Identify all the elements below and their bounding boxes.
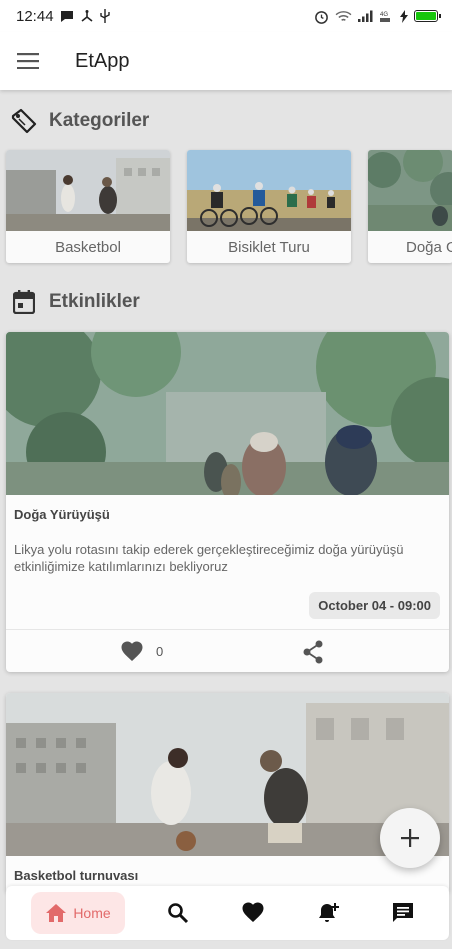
mobile-data-icon: 4G — [380, 12, 390, 22]
event-actions: 0 — [6, 629, 449, 672]
event-card[interactable]: Doğa Yürüyüşü Likya yolu rotasını takip … — [6, 332, 449, 672]
nav-messages[interactable] — [391, 901, 415, 925]
calendar-icon — [13, 290, 35, 314]
heart-icon — [121, 641, 143, 661]
category-list[interactable]: Basketbol Bisiklet Turu Doğa G — [6, 150, 452, 263]
event-title: Doğa Yürüyüşü — [14, 507, 110, 522]
category-label: Basketbol — [55, 238, 121, 256]
app-bar: EtApp — [0, 32, 452, 90]
status-bar: 12:44 4G — [0, 0, 452, 32]
event-description: Likya yolu rotasını takip ederek gerçekl… — [14, 542, 404, 574]
share-button[interactable] — [302, 640, 324, 669]
event-card[interactable]: Basketbol turnuvası — [6, 693, 449, 893]
categories-title: Kategoriler — [49, 110, 150, 131]
event-title: Basketbol turnuvası — [14, 868, 139, 883]
battery-icon — [414, 10, 441, 22]
message-icon — [60, 10, 73, 22]
category-label: Bisiklet Turu — [228, 238, 310, 256]
category-image — [187, 150, 351, 231]
categories-header: Kategoriler — [0, 106, 452, 136]
wifi-icon — [335, 10, 352, 21]
nav-home-label: Home — [73, 905, 111, 921]
category-card-bisiklet-turu[interactable]: Bisiklet Turu — [187, 150, 351, 263]
category-card-doga[interactable]: Doğa Gezisi — [368, 150, 452, 263]
event-image — [6, 332, 449, 500]
charging-icon — [400, 9, 408, 23]
menu-button[interactable] — [0, 32, 56, 90]
app-title: EtApp — [75, 49, 130, 72]
signal-icon — [358, 10, 373, 22]
events-title: Etkinlikler — [49, 291, 140, 312]
nav-search[interactable] — [166, 901, 190, 925]
category-label: Doğa Gezisi — [406, 238, 452, 256]
plus-icon — [401, 829, 419, 847]
usb-icon — [99, 9, 110, 23]
usb-share-icon — [81, 10, 93, 22]
home-icon — [46, 904, 67, 922]
status-time: 12:44 — [16, 7, 54, 25]
like-count: 0 — [156, 643, 164, 659]
nav-home[interactable]: Home — [31, 892, 125, 934]
nav-notifications[interactable] — [317, 901, 341, 925]
category-image — [6, 150, 170, 231]
tag-icon — [11, 108, 37, 134]
add-event-button[interactable] — [380, 808, 440, 868]
alarm-icon — [315, 10, 328, 24]
hamburger-icon — [17, 53, 39, 69]
chat-icon — [393, 903, 413, 922]
heart-icon — [242, 902, 264, 922]
nav-favorites[interactable] — [241, 901, 265, 925]
search-icon — [168, 903, 189, 924]
svg-text:4G: 4G — [380, 12, 388, 18]
bottom-navigation: Home — [6, 886, 449, 940]
share-icon — [303, 640, 323, 664]
event-date-badge: October 04 - 09:00 — [309, 592, 440, 619]
events-header: Etkinlikler — [0, 287, 452, 317]
category-card-basketbol[interactable]: Basketbol — [6, 150, 170, 263]
category-image — [368, 150, 452, 231]
notification-add-icon — [319, 903, 339, 922]
like-button[interactable]: 0 — [120, 640, 163, 662]
